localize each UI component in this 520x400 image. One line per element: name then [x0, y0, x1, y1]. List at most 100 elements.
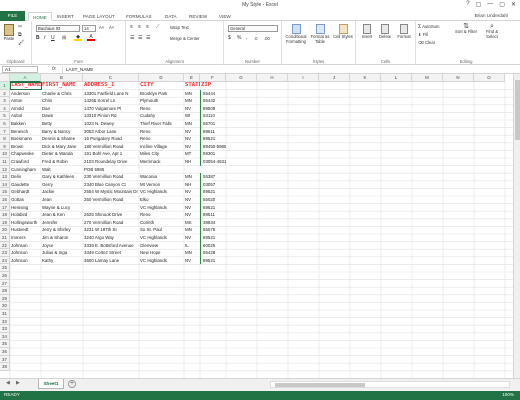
row-header[interactable]: 32 [0, 317, 10, 326]
header-cell[interactable]: ADDRESS_1 [83, 82, 139, 90]
table-cell[interactable]: Chris [41, 97, 83, 105]
table-cell[interactable]: Holabird [10, 211, 41, 219]
tab-file[interactable]: FILE [0, 11, 25, 21]
row-header[interactable]: 10 [0, 150, 10, 158]
column-header[interactable]: B [41, 74, 83, 82]
align-middle-icon[interactable]: ≡ [138, 25, 141, 30]
font-size-select[interactable]: 14 [82, 25, 96, 32]
row-header[interactable]: 3 [0, 97, 10, 105]
zip-cell[interactable]: 55444 [200, 89, 226, 98]
table-cell[interactable]: Hemsing [10, 204, 41, 212]
column-header[interactable]: K [350, 74, 381, 82]
table-cell[interactable]: 1470 Vulgamore Pl [83, 105, 139, 113]
vertical-scrollbar[interactable] [513, 74, 520, 378]
row-header[interactable]: 23 [0, 249, 10, 257]
table-cell[interactable]: NV [184, 196, 200, 204]
row-header[interactable]: 38 [0, 363, 10, 371]
table-cell[interactable]: 14265 Sorrel Ln [83, 97, 139, 105]
table-cell[interactable]: Dawn [41, 112, 83, 120]
grow-font-icon[interactable]: A˄ [99, 25, 104, 30]
zip-cell[interactable]: 55442 [200, 97, 226, 105]
minimize-icon[interactable]: — [487, 1, 493, 8]
table-cell[interactable]: VC Highlands [139, 234, 184, 242]
table-cell[interactable]: Dan [41, 105, 83, 113]
sheet-nav-prev-icon[interactable]: ◀ [6, 380, 10, 386]
column-header[interactable]: E [184, 74, 200, 82]
column-header[interactable]: I [288, 74, 319, 82]
table-cell[interactable]: MN [184, 120, 200, 128]
insert-button[interactable]: Insert [358, 24, 376, 39]
increase-decimal-icon[interactable]: .0 [254, 36, 258, 41]
zip-cell[interactable]: 60025 [200, 241, 226, 250]
align-center-icon[interactable]: ☰ [138, 36, 142, 41]
table-cell[interactable]: 3339 E. Bottsford Avenue [83, 242, 139, 250]
row-header[interactable]: 37 [0, 355, 10, 364]
row-header[interactable]: 4 [0, 104, 10, 113]
table-cell[interactable]: NV [184, 188, 200, 196]
italic-icon[interactable]: I [44, 36, 45, 41]
table-cell[interactable]: Aubol [10, 112, 41, 120]
row-header[interactable]: 2 [0, 89, 10, 98]
borders-icon[interactable]: ⊞ [62, 36, 66, 41]
table-cell[interactable]: Thief River Falls [139, 120, 184, 128]
column-header[interactable]: L [381, 74, 412, 82]
row-header[interactable]: 22 [0, 241, 10, 250]
close-icon[interactable]: ✕ [511, 1, 516, 8]
row-header[interactable]: 18 [0, 211, 10, 219]
zip-cell[interactable]: 56701 [200, 120, 226, 128]
currency-icon[interactable]: $ [228, 36, 231, 41]
table-cell[interactable]: MT [184, 150, 200, 158]
table-cell[interactable]: 3349 Cortez Street [83, 249, 139, 257]
table-cell[interactable]: 13310 Pinion Rd [83, 112, 139, 120]
table-cell[interactable]: NV [184, 211, 200, 219]
table-cell[interactable]: Elko [139, 196, 184, 204]
header-cell[interactable]: ZIP [200, 82, 226, 90]
tab-insert[interactable]: INSERT [57, 12, 74, 21]
align-right-icon[interactable]: ☰ [146, 36, 150, 41]
delete-button[interactable]: Delete [376, 24, 394, 39]
table-cell[interactable]: Corinth [139, 219, 184, 227]
row-header[interactable]: 15 [0, 188, 10, 196]
table-cell[interactable]: NV [184, 234, 200, 242]
table-cell[interactable]: 13301 Fairfield Lane N [83, 90, 139, 98]
table-cell[interactable]: WI [184, 112, 200, 120]
table-cell[interactable]: Reno [139, 105, 184, 113]
align-left-icon[interactable]: ☰ [130, 36, 134, 41]
row-header[interactable]: 24 [0, 256, 10, 265]
fill-color-icon[interactable]: ◆ [74, 35, 82, 41]
table-cell[interactable]: Benesch [10, 128, 41, 136]
zip-cell[interactable]: 89511 [200, 127, 226, 136]
table-cell[interactable]: Bakken [10, 120, 41, 128]
table-cell[interactable]: Jean [41, 196, 83, 204]
table-cell[interactable]: 1023 N. Dewey [83, 120, 139, 128]
sort-filter-button[interactable]: ⇅ Sort & Filter [454, 23, 478, 34]
header-cell[interactable]: FIRST_NAME [41, 82, 83, 90]
zip-cell[interactable]: 03057 [200, 180, 226, 189]
row-header[interactable]: 33 [0, 325, 10, 333]
paste-button[interactable]: Paste [3, 24, 15, 41]
table-cell[interactable]: Kathy [41, 257, 83, 265]
row-header[interactable]: 11 [0, 158, 10, 166]
table-cell[interactable]: Arnold [10, 105, 41, 113]
row-header[interactable]: 36 [0, 348, 10, 356]
ribbon-display-icon[interactable]: ▢ [476, 1, 482, 8]
zip-cell[interactable]: 55020 [200, 196, 226, 204]
row-header[interactable]: 13 [0, 173, 10, 181]
header-cell[interactable]: CITY [139, 82, 184, 90]
font-color-icon[interactable]: A [87, 35, 95, 41]
row-header[interactable]: 12 [0, 165, 10, 174]
table-cell[interactable]: 270 Vermillion Road [83, 219, 139, 227]
row-header[interactable]: 26 [0, 272, 10, 280]
table-cell[interactable]: 2103 Roundelay Drive [83, 158, 139, 166]
copy-icon[interactable]: ⧉ [18, 33, 22, 38]
table-cell[interactable]: Jerry & Shirley [41, 226, 83, 234]
table-cell[interactable]: NV [184, 204, 200, 212]
cut-icon[interactable]: ✂ [18, 25, 22, 30]
horizontal-scrollbar[interactable] [270, 381, 510, 388]
wrap-text-button[interactable]: Wrap Text [170, 25, 189, 30]
row-header[interactable]: 5 [0, 112, 10, 120]
table-cell[interactable]: So St. Paul [139, 226, 184, 234]
row-header[interactable]: 6 [0, 120, 10, 128]
table-cell[interactable]: 260 Vermillion Road [83, 196, 139, 204]
table-cell[interactable]: NV [184, 105, 200, 113]
